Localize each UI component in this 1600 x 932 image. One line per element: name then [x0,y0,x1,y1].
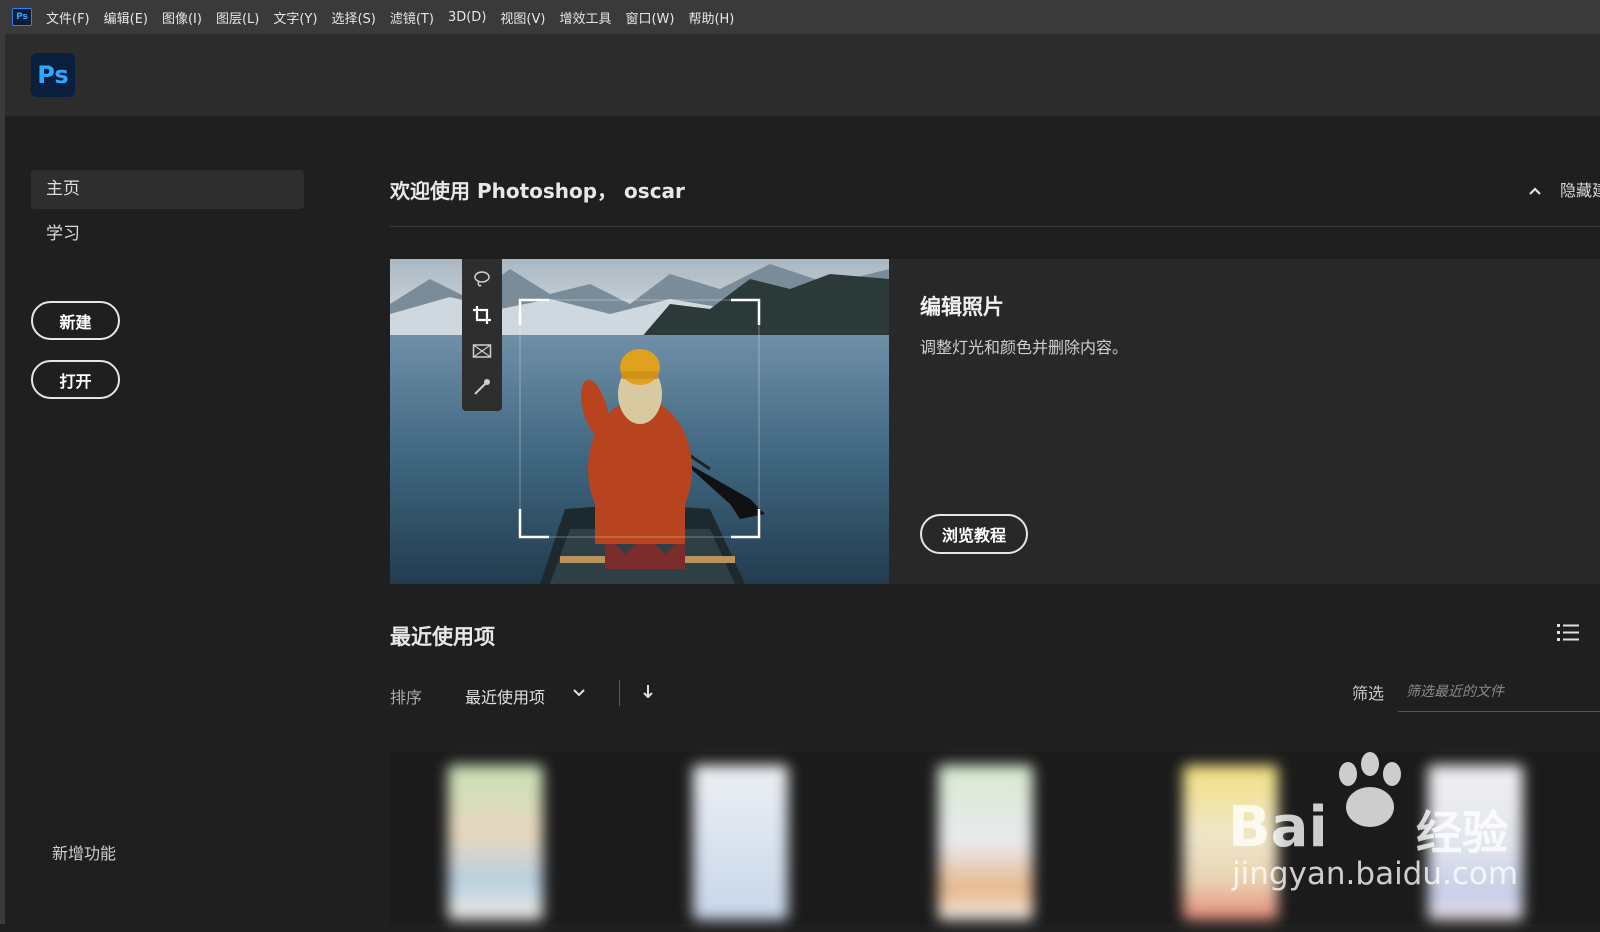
hero-image [390,259,889,584]
lasso-icon [462,259,502,305]
new-features-link[interactable]: 新增功能 [52,840,116,864]
feature-description: 调整灯光和颜色并删除内容。 [920,338,1129,357]
sidebar-item-learn[interactable]: 学习 [31,215,304,254]
chevron-up-icon [1528,184,1542,200]
watermark-url: jingyan.baidu.com [1232,856,1519,892]
feature-card: 编辑照片 调整灯光和颜色并删除内容。 浏览教程 [390,259,1600,584]
section-divider [390,226,1600,227]
watermark-brand-suffix: 经验 [1416,806,1508,860]
menu-bar: Ps 文件(F) 编辑(E) 图像(I) 图层(L) 文字(Y) 选择(S) 滤… [0,0,1600,34]
collapse-toggle[interactable]: 隐藏建 [1528,177,1600,201]
sort-dropdown[interactable]: 最近使用项 [465,684,545,708]
browse-tutorials-button[interactable]: 浏览教程 [920,514,1028,554]
collapse-label: 隐藏建 [1560,181,1600,200]
watermark-brand: Bai [1228,795,1328,860]
sort-label: 排序 [390,688,423,707]
open-file-button[interactable]: 打开 [31,360,120,399]
welcome-title: 欢迎使用 Photoshop， oscar [390,179,685,203]
sort-direction-icon[interactable] [642,684,654,704]
new-file-button[interactable]: 新建 [31,301,120,340]
crop-icon [462,305,502,341]
menu-select[interactable]: 选择(S) [331,8,375,27]
photoshop-app-icon: Ps [12,8,32,26]
filter-label: 筛选 [1352,684,1385,703]
menu-file[interactable]: 文件(F) [46,8,90,27]
home-header: Ps [5,34,1600,116]
menu-edit[interactable]: 编辑(E) [104,8,148,27]
eyedropper-icon [462,377,502,413]
feature-title: 编辑照片 [920,295,1004,319]
menu-help[interactable]: 帮助(H) [688,8,734,27]
menu-view[interactable]: 视图(V) [500,8,545,27]
menu-3d[interactable]: 3D(D) [448,10,486,25]
recent-file-thumbnail[interactable] [880,757,1125,932]
frame-icon [462,341,502,377]
menu-window[interactable]: 窗口(W) [625,8,674,27]
sort-separator [619,680,620,706]
hero-tool-panel [462,259,502,411]
list-view-icon[interactable] [1557,623,1579,647]
photoshop-logo: Ps [31,53,75,97]
menu-type[interactable]: 文字(Y) [273,8,317,27]
window-left-edge [0,34,5,924]
menu-plugins[interactable]: 增效工具 [559,8,611,27]
menu-image[interactable]: 图像(I) [162,8,202,27]
paw-logo [1330,752,1410,836]
recent-title: 最近使用项 [390,625,495,649]
filter-input[interactable] [1398,672,1600,712]
recent-file-thumbnail[interactable] [635,757,880,932]
sidebar-item-home[interactable]: 主页 [31,170,304,209]
chevron-down-icon[interactable] [572,684,586,703]
recent-file-thumbnail[interactable] [390,757,635,932]
menu-filter[interactable]: 滤镜(T) [390,8,434,27]
menu-layer[interactable]: 图层(L) [216,8,259,27]
